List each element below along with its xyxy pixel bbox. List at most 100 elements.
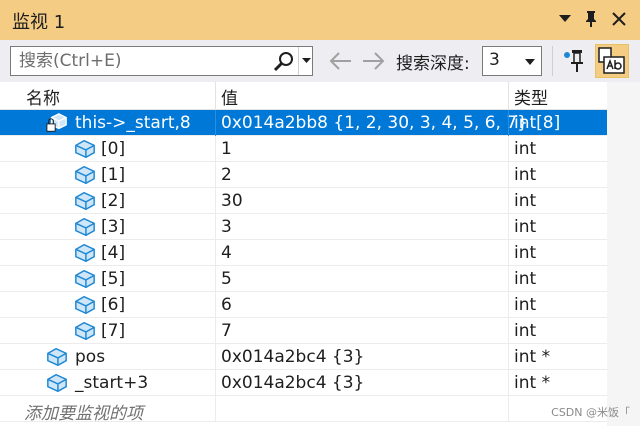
search-next-button[interactable] [361, 50, 387, 72]
cell-divider [508, 344, 509, 370]
search-icon [273, 52, 293, 72]
arrow-left-icon [329, 52, 351, 70]
row-type: int [514, 321, 537, 341]
close-window-button[interactable] [608, 8, 630, 30]
watch-row[interactable]: [0] 1 int [0, 136, 607, 162]
row-name: [5] [101, 269, 126, 289]
row-value[interactable]: 2 [221, 165, 232, 185]
search-input[interactable] [11, 47, 267, 75]
pin-window-button[interactable] [580, 8, 602, 30]
watch-row[interactable]: [2] 30 int [0, 188, 607, 214]
row-name: [2] [101, 191, 126, 211]
pin-source-button[interactable] [562, 48, 588, 74]
field-icon [75, 269, 95, 289]
row-name: [7] [101, 321, 126, 341]
cell-divider [508, 292, 509, 318]
field-icon [75, 139, 95, 159]
cell-divider [215, 188, 216, 214]
cell-divider [508, 110, 509, 136]
column-divider[interactable] [508, 82, 509, 110]
watch-row[interactable]: this->_start,8 0x014a2bb8 {1, 2, 30, 3, … [0, 110, 607, 136]
row-type: int [514, 295, 537, 315]
cell-divider [508, 214, 509, 240]
cell-divider [508, 266, 509, 292]
cell-divider [215, 396, 216, 422]
dropdown-arrow-icon [559, 15, 571, 22]
row-value[interactable]: 7 [221, 321, 232, 341]
window-title: 监视 1 [12, 12, 66, 33]
watch-row[interactable]: [3] 3 int [0, 214, 607, 240]
cell-divider [215, 370, 216, 396]
row-name: [1] [101, 165, 126, 185]
cell-divider [508, 318, 509, 344]
row-value[interactable]: 5 [221, 269, 232, 289]
row-type: int [514, 243, 537, 263]
row-type: int [514, 165, 537, 185]
row-type: int [514, 217, 537, 237]
watch-row[interactable]: pos 0x014a2bc4 {3} int * [0, 344, 607, 370]
pin-to-source-icon [564, 50, 583, 72]
locked-variable-icon [46, 113, 67, 132]
search-depth-value: 3 [489, 50, 500, 70]
vertical-scrollbar[interactable] [607, 82, 640, 426]
field-icon [75, 321, 95, 341]
cell-divider [215, 266, 216, 292]
field-icon [75, 191, 95, 211]
add-watch-placeholder[interactable]: 添加要监视的项 [24, 399, 143, 424]
row-value[interactable]: 0x014a2bc4 {3} [221, 347, 364, 367]
cell-divider [215, 240, 216, 266]
field-icon [75, 217, 95, 237]
row-type: int [514, 139, 537, 159]
row-value[interactable]: 1 [221, 139, 232, 159]
hex-display-toggle[interactable] [595, 44, 629, 78]
window-menu-button[interactable] [554, 8, 576, 30]
search-previous-button[interactable] [327, 50, 353, 72]
cell-divider [215, 318, 216, 344]
grid-header: 名称 值 类型 [0, 82, 607, 110]
chevron-down-icon [301, 58, 311, 63]
row-name: _start+3 [75, 373, 149, 393]
chevron-down-icon [525, 59, 535, 65]
cell-divider [215, 162, 216, 188]
cell-divider [215, 136, 216, 162]
variable-icon [47, 373, 67, 393]
cell-divider [215, 110, 216, 136]
search-button[interactable] [273, 51, 295, 73]
watermark: CSDN @米饭「 [551, 406, 630, 419]
watch-row[interactable]: [4] 4 int [0, 240, 607, 266]
column-header-type[interactable]: 类型 [514, 84, 548, 109]
row-value[interactable]: 4 [221, 243, 232, 263]
watch-row[interactable]: [7] 7 int [0, 318, 607, 344]
row-type: int [514, 269, 537, 289]
watch-row[interactable]: [1] 2 int [0, 162, 607, 188]
toolbar-divider [552, 46, 553, 76]
field-icon [75, 165, 95, 185]
watch-row[interactable]: [5] 5 int [0, 266, 607, 292]
cell-divider [215, 214, 216, 240]
column-header-name[interactable]: 名称 [26, 84, 60, 109]
pin-icon [586, 11, 596, 27]
cell-divider [508, 370, 509, 396]
cell-divider [508, 396, 509, 422]
column-divider[interactable] [215, 82, 216, 110]
column-header-value[interactable]: 值 [221, 84, 238, 109]
field-icon [75, 295, 95, 315]
row-value[interactable]: 30 [221, 191, 243, 211]
add-watch-row[interactable]: 添加要监视的项 [0, 396, 607, 424]
row-value[interactable]: 6 [221, 295, 232, 315]
arrow-right-icon [363, 52, 385, 70]
row-value[interactable]: 0x014a2bc4 {3} [221, 373, 364, 393]
search-depth-select[interactable]: 3 [482, 46, 542, 76]
search-history-dropdown[interactable] [298, 47, 313, 75]
watch-row[interactable]: _start+3 0x014a2bc4 {3} int * [0, 370, 607, 396]
row-value[interactable]: 0x014a2bb8 {1, 2, 30, 3, 4, 5, 6, 7} [221, 113, 528, 133]
watch-row[interactable]: [6] 6 int [0, 292, 607, 318]
field-icon [75, 243, 95, 263]
search-depth-label: 搜索深度: [396, 54, 470, 74]
row-name: [6] [101, 295, 126, 315]
cell-divider [508, 162, 509, 188]
watch-toolbar: 搜索深度: 3 [0, 40, 640, 82]
row-type: int * [514, 347, 551, 367]
row-value[interactable]: 3 [221, 217, 232, 237]
row-type: int * [514, 373, 551, 393]
